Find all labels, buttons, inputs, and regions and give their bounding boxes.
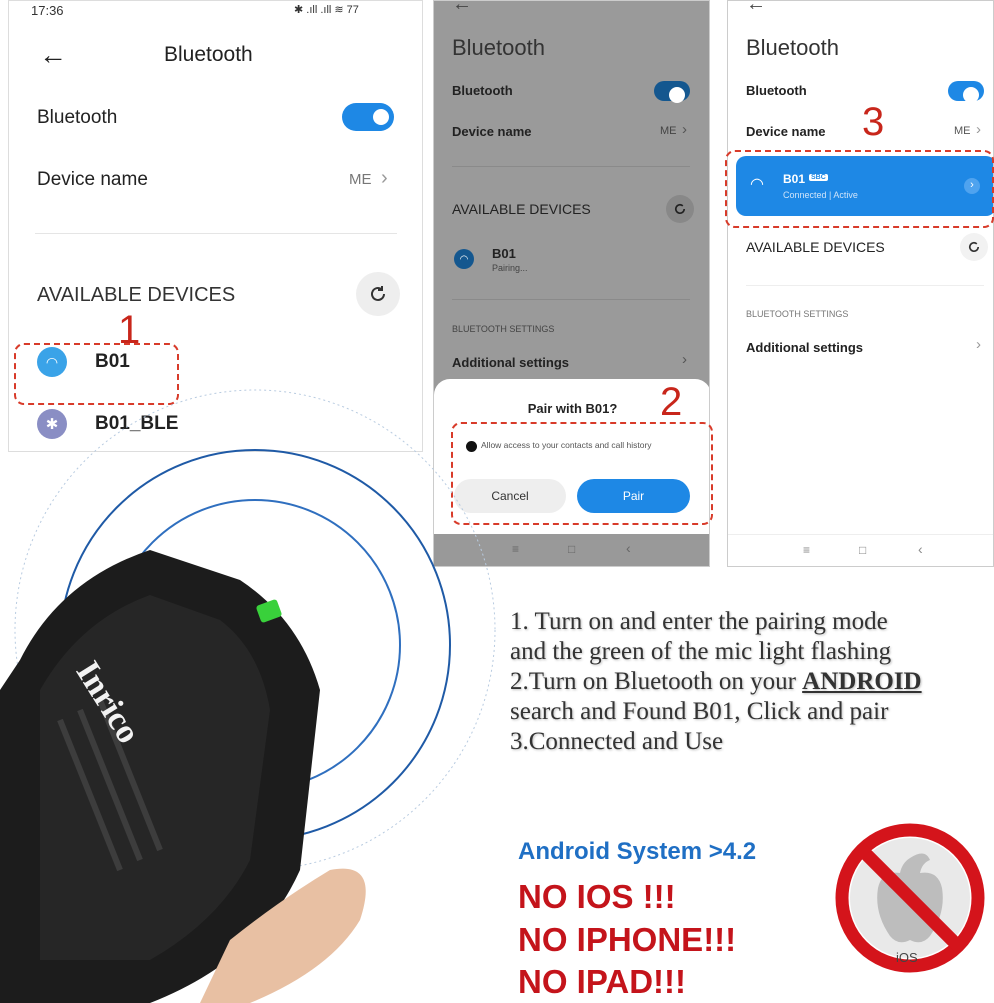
back-arrow-icon[interactable]: ← (746, 1, 766, 16)
chevron-right-icon: › (682, 121, 687, 138)
step-number-1: 1 (118, 308, 141, 352)
refresh-icon[interactable] (666, 195, 694, 223)
chevron-right-icon: › (682, 351, 687, 368)
device-name-label[interactable]: Device name (452, 124, 532, 139)
bluetooth-toggle[interactable] (342, 103, 394, 131)
nav-bar: ≡ □ ‹ (728, 534, 993, 566)
phone-screen-step-3: ← Bluetooth Bluetooth Device name ME › ◠… (727, 0, 994, 567)
device-status: Pairing... (492, 263, 528, 273)
instruction-line-2: and the green of the mic light flashing (510, 638, 892, 665)
divider (452, 166, 690, 167)
menu-icon[interactable]: ≡ (803, 543, 810, 557)
divider (35, 233, 397, 234)
instruction-line-1: 1. Turn on and enter the pairing mode (510, 608, 888, 635)
chevron-right-icon: › (976, 336, 981, 353)
android-requirement: Android System >4.2 (518, 838, 757, 865)
highlight-box-3 (725, 150, 994, 228)
bluetooth-label: Bluetooth (746, 83, 807, 98)
instruction-line-4: search and Found B01, Click and pair (510, 698, 889, 725)
status-time: 17:36 (31, 3, 64, 18)
refresh-icon[interactable] (960, 233, 988, 261)
status-icons: ✱ .ıll .ıll ≋ 77 (294, 4, 359, 16)
no-iphone-text: NO IPHONE!!! (518, 921, 737, 958)
bluetooth-toggle[interactable] (948, 81, 984, 103)
device-name-value: ME (349, 171, 372, 188)
settings-header: BLUETOOTH SETTINGS (746, 309, 849, 319)
device-item-b01[interactable]: B01 (492, 246, 516, 261)
no-ipad-text: NO IPAD!!! (518, 963, 687, 1000)
step-number-2: 2 (660, 380, 683, 424)
device-name-label[interactable]: Device name (746, 124, 826, 139)
bluetooth-toggle[interactable] (654, 81, 690, 103)
refresh-icon[interactable] (356, 272, 400, 316)
available-devices-header: AVAILABLE DEVICES (452, 201, 591, 217)
home-icon[interactable]: □ (568, 542, 575, 556)
bluetooth-label: Bluetooth (37, 107, 118, 128)
headset-icon: ◠ (454, 249, 474, 269)
step-number-3: 3 (862, 100, 885, 144)
back-arrow-icon[interactable]: ← (39, 39, 67, 71)
home-icon[interactable]: □ (859, 543, 866, 557)
bluetooth-label: Bluetooth (452, 83, 513, 98)
divider (452, 299, 690, 300)
device-name-value: ME (954, 125, 971, 137)
chevron-right-icon: › (381, 167, 388, 189)
back-icon[interactable]: ‹ (626, 540, 631, 556)
android-emphasis: ANDROID (802, 668, 922, 695)
instruction-line-3-text: 2.Turn on Bluetooth on your (510, 668, 803, 695)
additional-settings[interactable]: Additional settings (746, 340, 863, 355)
no-ios-sign-icon: iOS (830, 818, 990, 978)
device-name-value: ME (660, 125, 677, 137)
chevron-right-icon: › (976, 121, 981, 138)
device-name-label[interactable]: Device name (37, 169, 148, 191)
divider (746, 285, 984, 286)
back-icon[interactable]: ‹ (918, 541, 923, 557)
back-arrow-icon[interactable]: ← (452, 1, 472, 16)
page-title: Bluetooth (164, 43, 253, 66)
settings-header: BLUETOOTH SETTINGS (452, 324, 555, 334)
available-devices-header: AVAILABLE DEVICES (37, 284, 236, 306)
additional-settings[interactable]: Additional settings (452, 355, 569, 370)
instruction-line-5: 3.Connected and Use (510, 728, 724, 755)
available-devices-header: AVAILABLE DEVICES (746, 239, 885, 255)
speaker-mic-device (0, 550, 366, 1003)
page-title: Bluetooth (746, 35, 839, 60)
no-ios-text: NO IOS !!! (518, 878, 676, 915)
instructions: 1. Turn on and enter the pairing mode an… (510, 607, 990, 757)
page-title: Bluetooth (452, 35, 545, 60)
ios-label: iOS (896, 950, 918, 965)
instruction-line-3: 2.Turn on Bluetooth on your ANDROID (510, 667, 990, 697)
